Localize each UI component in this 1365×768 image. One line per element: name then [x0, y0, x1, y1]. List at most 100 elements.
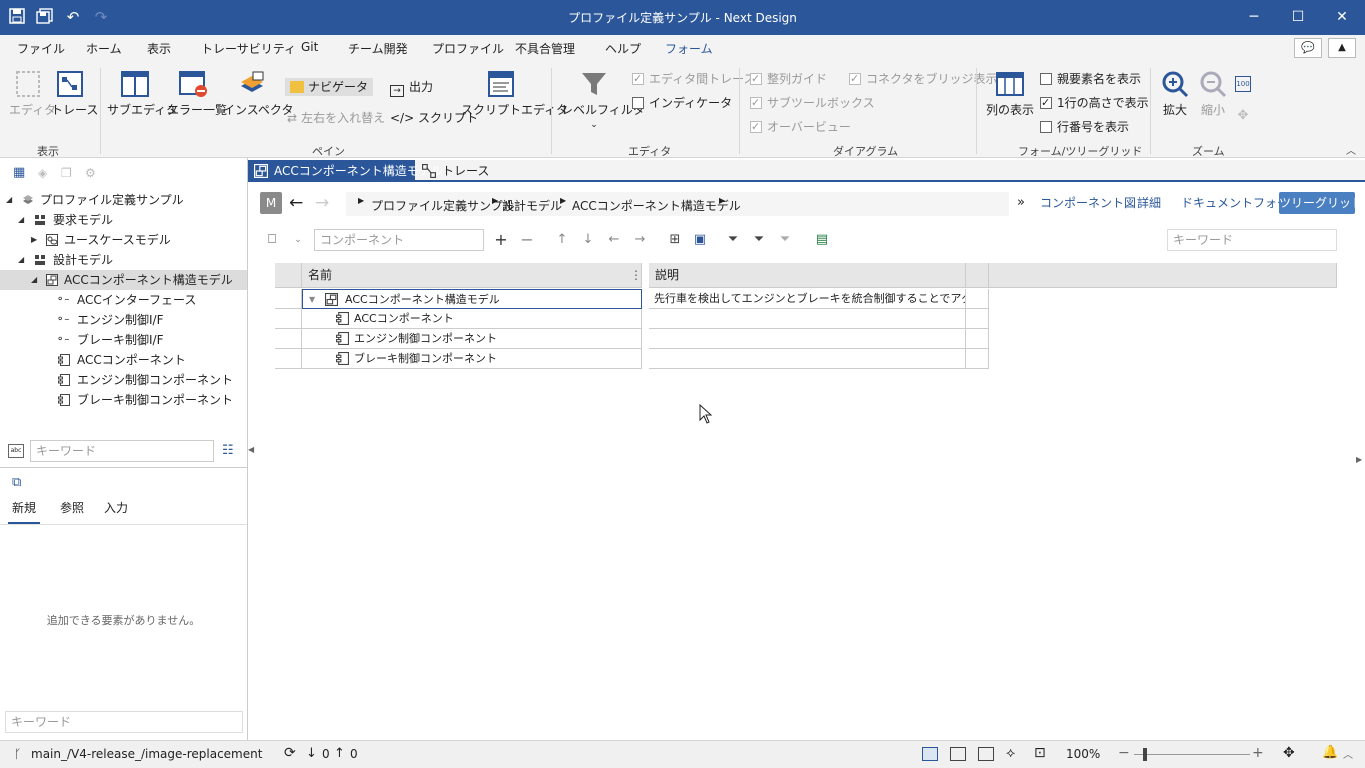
- more-views-icon[interactable]: »: [1017, 195, 1025, 210]
- tab-acc-structure-model[interactable]: ACCコンポーネント構造モデル: [248, 160, 443, 182]
- menu-help[interactable]: ヘルプ: [605, 40, 641, 57]
- tree-item-usecase[interactable]: ▶ ユースケースモデル: [0, 230, 247, 250]
- table-row-description[interactable]: [649, 329, 966, 349]
- collapse-icon[interactable]: ︿: [1346, 142, 1356, 157]
- overview-checkbox[interactable]: オーバービュー: [750, 118, 851, 136]
- comment-icon[interactable]: 💬: [1294, 38, 1322, 58]
- zoom-slider-thumb[interactable]: [1143, 748, 1147, 761]
- zoom-plus-icon[interactable]: +: [1252, 745, 1264, 761]
- toolbox-tab-reference[interactable]: 参照: [60, 499, 84, 516]
- menu-form[interactable]: フォーム: [665, 40, 713, 57]
- swap-panes-button[interactable]: ⇄ 左右を入れ替え: [287, 109, 385, 127]
- expand-icon[interactable]: ◢: [31, 270, 37, 290]
- inspector-button[interactable]: インスペクタ: [223, 70, 293, 118]
- grid-keyword-input[interactable]: キーワード: [1167, 229, 1337, 251]
- excel-export-icon[interactable]: ▤: [814, 232, 830, 248]
- collapse-arrow-icon[interactable]: ▶: [31, 230, 37, 250]
- level-filter-button[interactable]: レベルフィルタ ⌄: [561, 70, 645, 130]
- table-row-description[interactable]: [649, 349, 966, 369]
- breadcrumb-item[interactable]: ACCコンポーネント構造モデル: [572, 197, 741, 214]
- maximize-button[interactable]: ☐: [1284, 4, 1312, 30]
- collapse-right-icon[interactable]: ▶: [1356, 450, 1364, 470]
- tab-trace[interactable]: トレース: [416, 160, 495, 182]
- expand-icon[interactable]: ◢: [18, 250, 24, 270]
- chevron-down-icon[interactable]: ⌄: [290, 232, 306, 248]
- indicator-checkbox[interactable]: インディケータ: [632, 94, 732, 112]
- toolbox-search-input[interactable]: キーワード: [5, 711, 243, 733]
- menu-file[interactable]: ファイル: [17, 40, 65, 57]
- parent-name-checkbox[interactable]: 親要素名を表示: [1040, 70, 1141, 88]
- tree-item-design[interactable]: ◢ 設計モデル: [0, 250, 247, 270]
- model-tree-icon[interactable]: ▦: [13, 166, 29, 180]
- tree-item-engine-if[interactable]: ⚬– エンジン制御I/F: [0, 310, 247, 330]
- table-row-description[interactable]: [649, 309, 966, 329]
- tree-search-input[interactable]: キーワード: [30, 440, 214, 462]
- menu-profile[interactable]: プロファイル: [432, 40, 504, 57]
- view-detail[interactable]: 詳細: [1128, 192, 1170, 214]
- table-row-name[interactable]: エンジン制御コンポーネント: [302, 329, 642, 349]
- view-tree-grid[interactable]: ツリーグリッド: [1279, 192, 1363, 214]
- layers-icon[interactable]: ⟡: [1006, 745, 1015, 761]
- columns-button[interactable]: 列の表示: [986, 70, 1034, 118]
- collapse-left-icon[interactable]: ◀: [248, 440, 256, 460]
- notification-bell-icon[interactable]: 🔔: [1322, 745, 1338, 760]
- table-row-name[interactable]: ▼ ACCコンポーネント構造モデル: [302, 289, 642, 309]
- tree-item-brake-component[interactable]: ブレーキ制御コンポーネント: [0, 390, 247, 410]
- sub-toolbox-checkbox[interactable]: サブツールボックス: [750, 94, 875, 112]
- layout-columns-icon[interactable]: [978, 747, 994, 761]
- layout-left-icon[interactable]: [922, 747, 938, 761]
- editor-button[interactable]: エディタ: [9, 70, 56, 118]
- table-check-icon[interactable]: ▣: [692, 232, 708, 248]
- zoom-minus-icon[interactable]: −: [1118, 745, 1130, 761]
- back-icon[interactable]: ←: [289, 192, 303, 214]
- column-header-description[interactable]: 説明: [649, 263, 966, 288]
- view-settings-icon[interactable]: ⊡: [1034, 745, 1046, 761]
- fit-screen-icon[interactable]: ✥: [1283, 745, 1295, 761]
- menu-traceability[interactable]: トレーサビリティ: [201, 40, 296, 57]
- insert-row-icon[interactable]: ⊞: [667, 232, 683, 248]
- row-header[interactable]: [275, 289, 302, 309]
- add-icon[interactable]: +: [493, 232, 509, 248]
- tree-item-brake-if[interactable]: ⚬– ブレーキ制御I/F: [0, 330, 247, 350]
- menu-defects[interactable]: 不具合管理: [515, 40, 575, 57]
- zoom-in-button[interactable]: 拡大: [1158, 70, 1192, 118]
- subeditor-button[interactable]: サブエディタ: [107, 70, 178, 118]
- filter-icon[interactable]: ⏷: [725, 232, 741, 248]
- table-row-name[interactable]: ブレーキ制御コンポーネント: [302, 349, 642, 369]
- expand-icon[interactable]: ◢: [18, 210, 24, 230]
- align-guide-checkbox[interactable]: 整列ガイド: [750, 70, 827, 88]
- table-row-description[interactable]: 先行車を検出してエンジンとブレーキを統合制御することでアダプティブ･･･: [649, 289, 966, 309]
- menu-git[interactable]: Git: [301, 40, 318, 54]
- minimize-button[interactable]: ─: [1240, 4, 1268, 30]
- toolbox-tab-input[interactable]: 入力: [104, 499, 128, 516]
- component-type-icon[interactable]: ⎕: [264, 232, 280, 248]
- filter-tab-icon[interactable]: ⏷: [751, 232, 767, 248]
- expand-icon[interactable]: ◢: [6, 190, 12, 210]
- trace-button[interactable]: トレース: [51, 70, 98, 118]
- layout-split-icon[interactable]: [950, 747, 966, 761]
- chevron-up-icon[interactable]: ︿: [1343, 746, 1353, 761]
- tree-item-acc-interface[interactable]: ⚬– ACCインターフェース: [0, 290, 247, 310]
- column-header-name[interactable]: 名前 ⋮: [302, 263, 642, 288]
- trace-between-checkbox[interactable]: エディタ間トレース: [632, 70, 756, 88]
- navigator-button[interactable]: ナビゲータ: [285, 78, 374, 96]
- row-header[interactable]: [275, 329, 302, 349]
- table-row-name[interactable]: ACCコンポーネント: [302, 309, 642, 329]
- component-type-input[interactable]: コンポーネント: [314, 229, 484, 251]
- script-editor-button[interactable]: スクリプトエディタ: [461, 70, 568, 118]
- row-number-checkbox[interactable]: 行番号を表示: [1040, 118, 1129, 136]
- tree-root[interactable]: ◢ プロファイル定義サンプル: [0, 190, 247, 210]
- expand-icon[interactable]: ▼: [309, 290, 315, 308]
- toolbox-tab-new[interactable]: 新規: [8, 499, 41, 524]
- tree-item-acc-component[interactable]: ACCコンポーネント: [0, 350, 247, 370]
- abc-search-icon[interactable]: abc: [8, 444, 24, 458]
- menu-view[interactable]: 表示: [142, 40, 176, 64]
- tree-item-requirements[interactable]: ◢ 要求モデル: [0, 210, 247, 230]
- zoom-slider[interactable]: [1134, 754, 1250, 755]
- row-height-checkbox[interactable]: 1行の高さで表示: [1040, 94, 1149, 112]
- error-list-button[interactable]: エラー一覧: [167, 70, 227, 118]
- tree-item-engine-component[interactable]: エンジン制御コンポーネント: [0, 370, 247, 390]
- filter-settings-icon[interactable]: ☷: [222, 443, 238, 459]
- zoom-100-icon[interactable]: 100: [1235, 76, 1251, 92]
- output-button[interactable]: → 出力: [390, 78, 433, 97]
